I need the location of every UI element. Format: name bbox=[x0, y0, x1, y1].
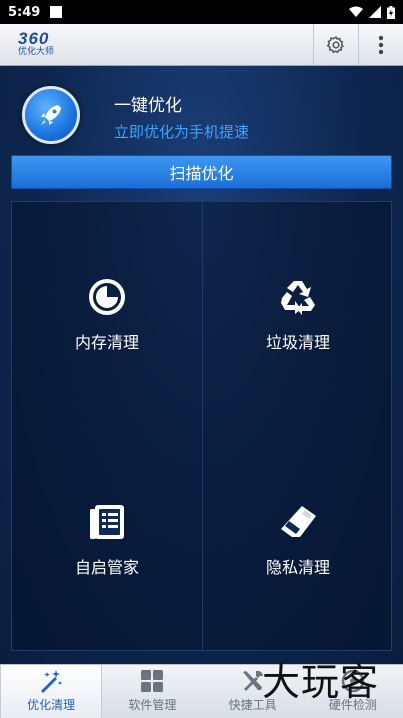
hero-badge[interactable] bbox=[22, 86, 80, 144]
magic-wand-icon bbox=[41, 670, 63, 693]
gear-icon bbox=[326, 35, 344, 53]
status-icons bbox=[349, 5, 395, 19]
signal-icon bbox=[369, 6, 381, 18]
logo-number: 360 bbox=[18, 29, 50, 48]
recycle-icon bbox=[281, 280, 315, 315]
header-actions bbox=[313, 24, 403, 65]
tile-label: 垃圾清理 bbox=[265, 332, 330, 352]
tile-junk-clean[interactable]: 垃圾清理 bbox=[203, 202, 393, 427]
apps-grid-icon bbox=[141, 670, 164, 692]
eraser-icon bbox=[281, 505, 316, 537]
tile-memory-clean[interactable]: 内存清理 bbox=[12, 202, 202, 427]
tile-label: 内存清理 bbox=[74, 332, 139, 352]
feature-grid: 内存清理 垃圾清理 自启管家 隐私清理 bbox=[11, 201, 392, 651]
more-menu-button[interactable] bbox=[358, 24, 403, 65]
app-logo: 360 优化大师 bbox=[18, 29, 72, 58]
battery-icon bbox=[387, 5, 395, 19]
status-time: 5:49 bbox=[8, 4, 41, 20]
hero-subtitle: 立即优化为手机提速 bbox=[114, 123, 250, 141]
more-vertical-icon bbox=[378, 35, 384, 54]
status-bar: 5:49 bbox=[0, 0, 403, 24]
nav-label: 优化清理 bbox=[27, 698, 76, 712]
nav-software-manage[interactable]: 软件管理 bbox=[102, 665, 202, 718]
nav-optimize-clean[interactable]: 优化清理 bbox=[0, 665, 103, 718]
memory-clean-icon bbox=[89, 278, 125, 315]
one-key-optimize-panel[interactable]: 一键优化 立即优化为手机提速 bbox=[22, 86, 382, 148]
tile-autostart-manager[interactable]: 自启管家 bbox=[12, 427, 202, 652]
nav-label: 软件管理 bbox=[128, 698, 177, 712]
logo-text: 优化大师 bbox=[18, 47, 55, 57]
list-icon bbox=[90, 504, 124, 539]
settings-button[interactable] bbox=[313, 24, 358, 65]
wifi-icon bbox=[349, 6, 363, 17]
app-header: 360 优化大师 bbox=[0, 24, 403, 66]
tile-label: 自启管家 bbox=[74, 557, 139, 577]
watermark-text: 大玩客 bbox=[262, 659, 380, 704]
tile-label: 隐私清理 bbox=[265, 557, 330, 577]
notification-icon bbox=[50, 6, 63, 18]
tile-privacy-clean[interactable]: 隐私清理 bbox=[203, 427, 393, 652]
hero-title: 一键优化 bbox=[114, 96, 182, 116]
main-content: 一键优化 立即优化为手机提速 扫描优化 内存清理 垃圾清理 自启管家 隐私清理 bbox=[0, 66, 403, 664]
scan-optimize-button[interactable]: 扫描优化 bbox=[11, 155, 392, 189]
rocket-icon bbox=[41, 105, 61, 125]
